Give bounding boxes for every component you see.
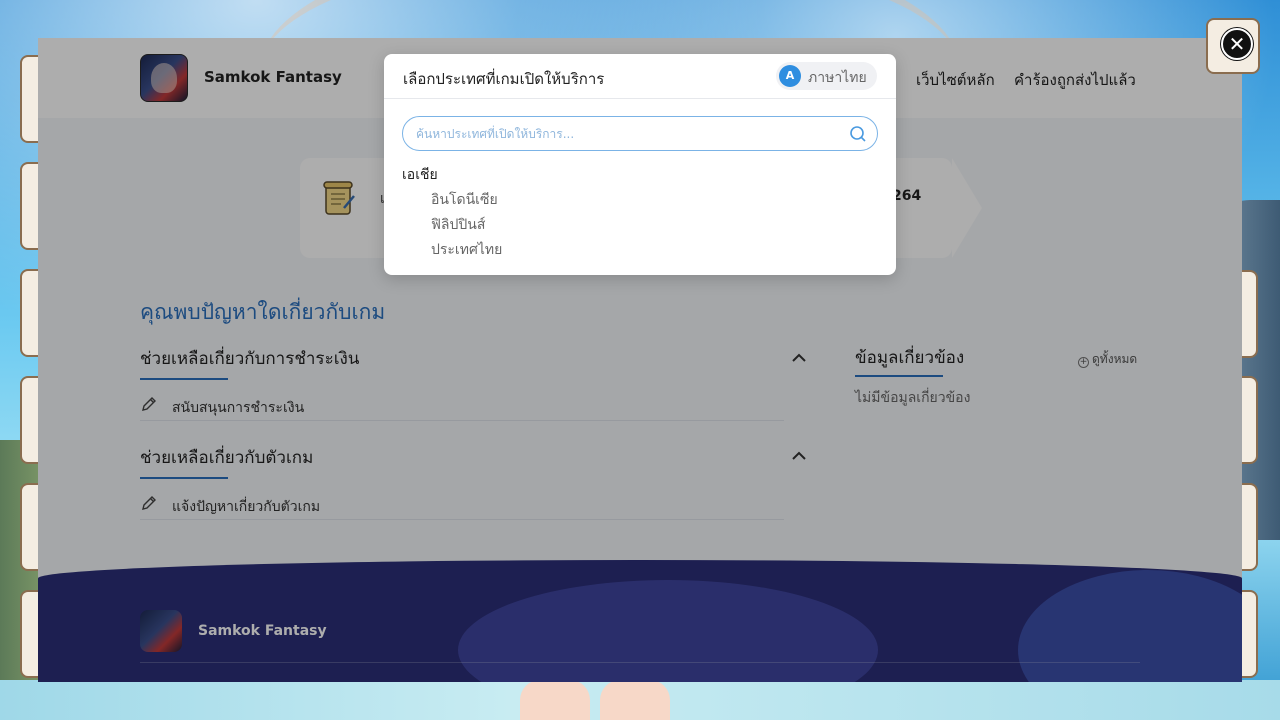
character-leg xyxy=(520,680,590,720)
language-selector[interactable]: A ภาษาไทย xyxy=(776,62,877,90)
language-label: ภาษาไทย xyxy=(808,70,867,86)
modal-title: เลือกประเทศที่เกมเปิดให้บริการ xyxy=(403,70,605,88)
country-option-philippines[interactable]: ฟิลิปปินส์ xyxy=(431,214,485,236)
country-select-modal: เลือกประเทศที่เกมเปิดให้บริการ A ภาษาไทย… xyxy=(384,54,896,275)
character-leg xyxy=(600,680,670,720)
close-button[interactable]: ✕ xyxy=(1221,28,1253,60)
country-search-input[interactable] xyxy=(416,124,836,144)
country-option-thailand[interactable]: ประเทศไทย xyxy=(431,239,502,261)
search-icon[interactable] xyxy=(849,125,867,143)
region-label: เอเชีย xyxy=(402,167,438,183)
country-search[interactable] xyxy=(402,116,878,151)
translate-icon: A xyxy=(779,65,801,87)
country-option-indonesia[interactable]: อินโดนีเซีย xyxy=(431,189,498,211)
close-icon: ✕ xyxy=(1228,32,1246,56)
modal-header: เลือกประเทศที่เกมเปิดให้บริการ A ภาษาไทย xyxy=(384,54,896,99)
